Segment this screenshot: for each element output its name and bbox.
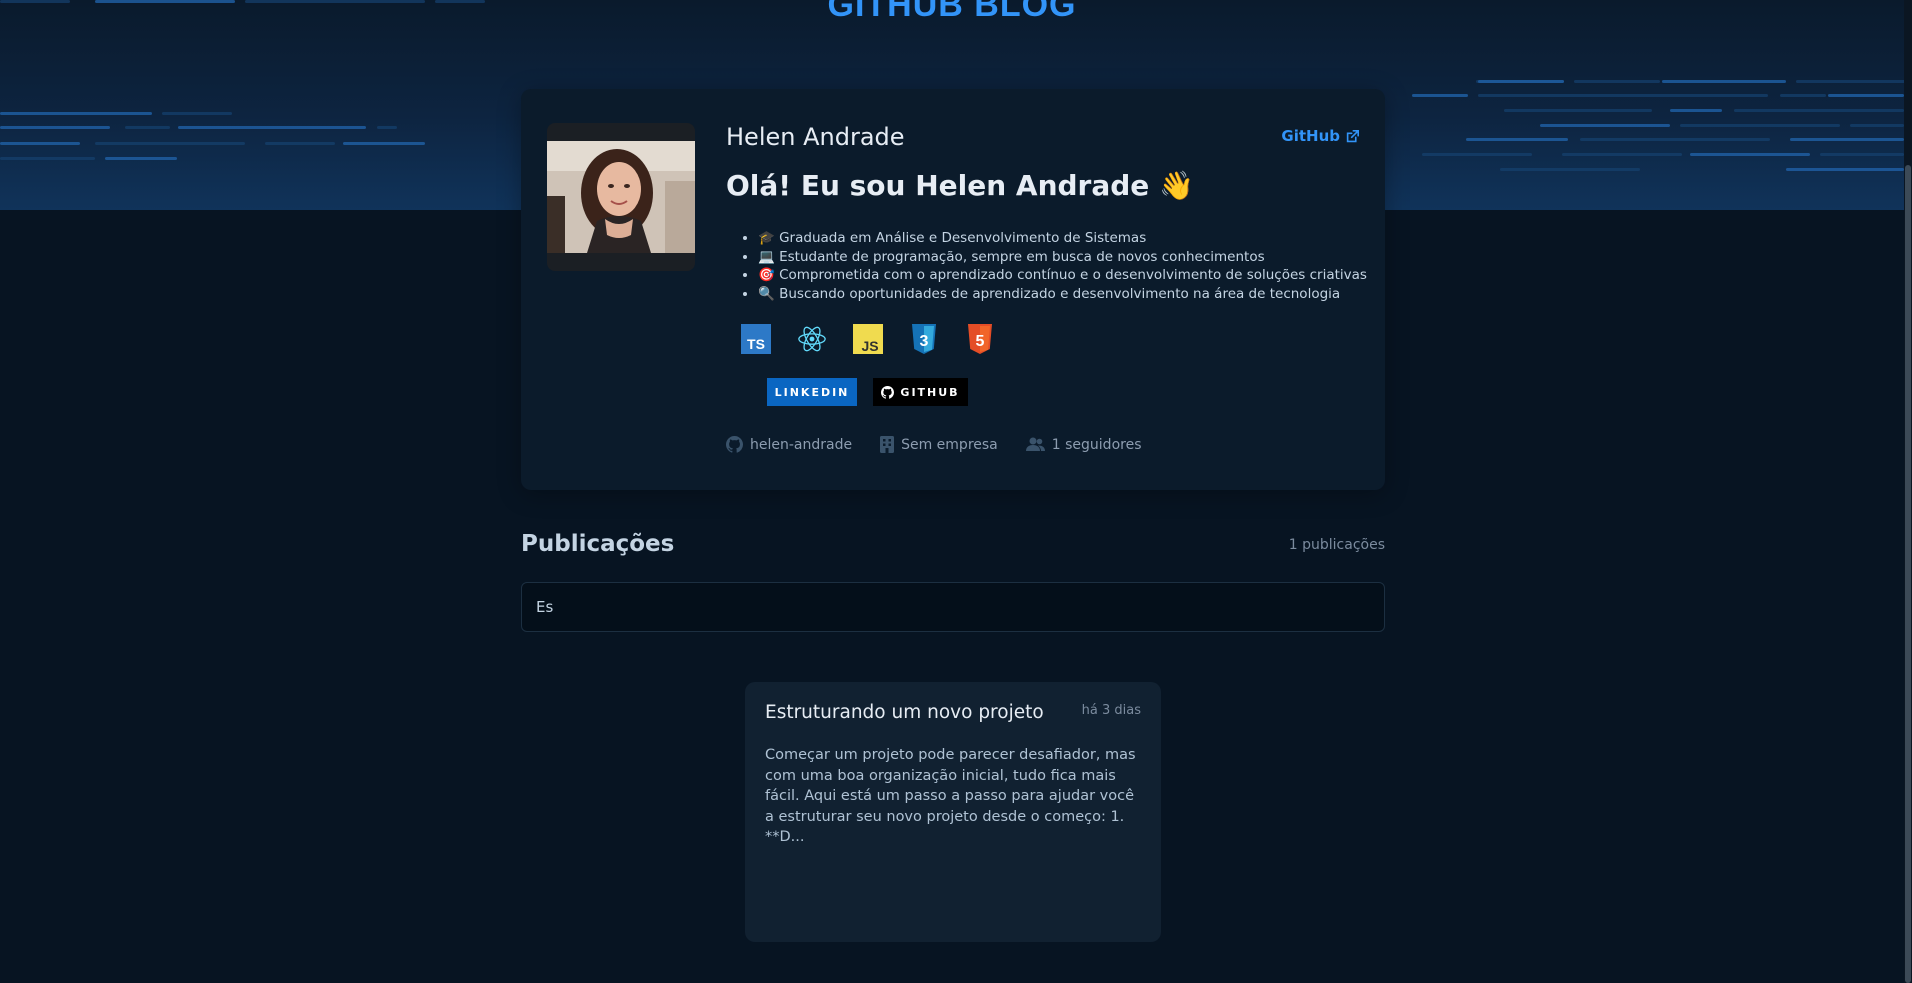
info-username-text: helen-andrade (750, 436, 853, 453)
building-icon (880, 436, 895, 453)
external-link-icon (1346, 129, 1359, 142)
info-followers-text: 1 seguidores (1051, 436, 1142, 453)
post-card[interactable]: Estruturando um novo projeto há 3 dias C… (745, 682, 1161, 942)
info-company: Sem empresa (880, 436, 998, 453)
avatar-photo (547, 141, 695, 253)
svg-text:3: 3 (920, 333, 929, 350)
svg-text:TS: TS (747, 336, 765, 352)
svg-text:5: 5 (976, 333, 985, 350)
publications-count: 1 publicações (1288, 537, 1385, 553)
bio-item: 🔍 Buscando oportunidades de aprendizado … (758, 285, 1367, 304)
svg-text:JS: JS (861, 338, 878, 354)
bio-item: 💻 Estudante de programação, sempre em bu… (758, 248, 1367, 267)
github-icon (881, 385, 895, 399)
javascript-icon: JS (853, 324, 883, 354)
github-profile-link[interactable]: GitHub (1281, 127, 1359, 145)
post-excerpt: Começar um projeto pode parecer desafiad… (765, 747, 1136, 845)
css3-icon: 3 (909, 324, 939, 354)
publications-title: Publicações (521, 531, 675, 557)
page-scrollbar[interactable] (1904, 0, 1912, 983)
scrollbar-thumb[interactable] (1905, 165, 1911, 983)
post-title: Estruturando um novo projeto (765, 702, 1044, 723)
profile-card: Helen Andrade GitHub Olá! Eu sou Helen A… (521, 89, 1385, 490)
info-followers: 1 seguidores (1025, 436, 1142, 453)
social-badges: LINKEDIN GITHUB (767, 378, 968, 406)
profile-info: helen-andrade Sem empresa 1 seguidores (726, 436, 1142, 453)
brand-title: GITHUB BLOG (827, 0, 1077, 24)
bio-item: 🎓 Graduada em Análise e Desenvolvimento … (758, 229, 1367, 248)
linkedin-badge-label: LINKEDIN (774, 385, 850, 399)
github-badge-label: GITHUB (900, 385, 960, 399)
github-icon (726, 436, 743, 453)
typescript-icon: TS (741, 324, 771, 354)
linkedin-badge[interactable]: LINKEDIN (767, 378, 857, 406)
avatar (547, 123, 695, 271)
github-link-label: GitHub (1281, 127, 1340, 145)
html5-icon: 5 (965, 324, 995, 354)
bio-item: 🎯 Comprometida com o aprendizado contínu… (758, 266, 1367, 285)
github-badge[interactable]: GITHUB (873, 378, 968, 406)
react-icon (797, 324, 827, 354)
profile-name: Helen Andrade (726, 123, 905, 151)
search-input[interactable] (521, 582, 1385, 632)
tech-stack: TS JS 3 5 (741, 324, 995, 354)
post-date: há 3 dias (1081, 703, 1141, 718)
profile-headline: Olá! Eu sou Helen Andrade 👋 (726, 169, 1194, 202)
info-company-text: Sem empresa (901, 436, 998, 453)
info-username: helen-andrade (726, 436, 852, 453)
users-icon (1025, 437, 1045, 451)
profile-bio: 🎓 Graduada em Análise e Desenvolvimento … (726, 229, 1367, 303)
